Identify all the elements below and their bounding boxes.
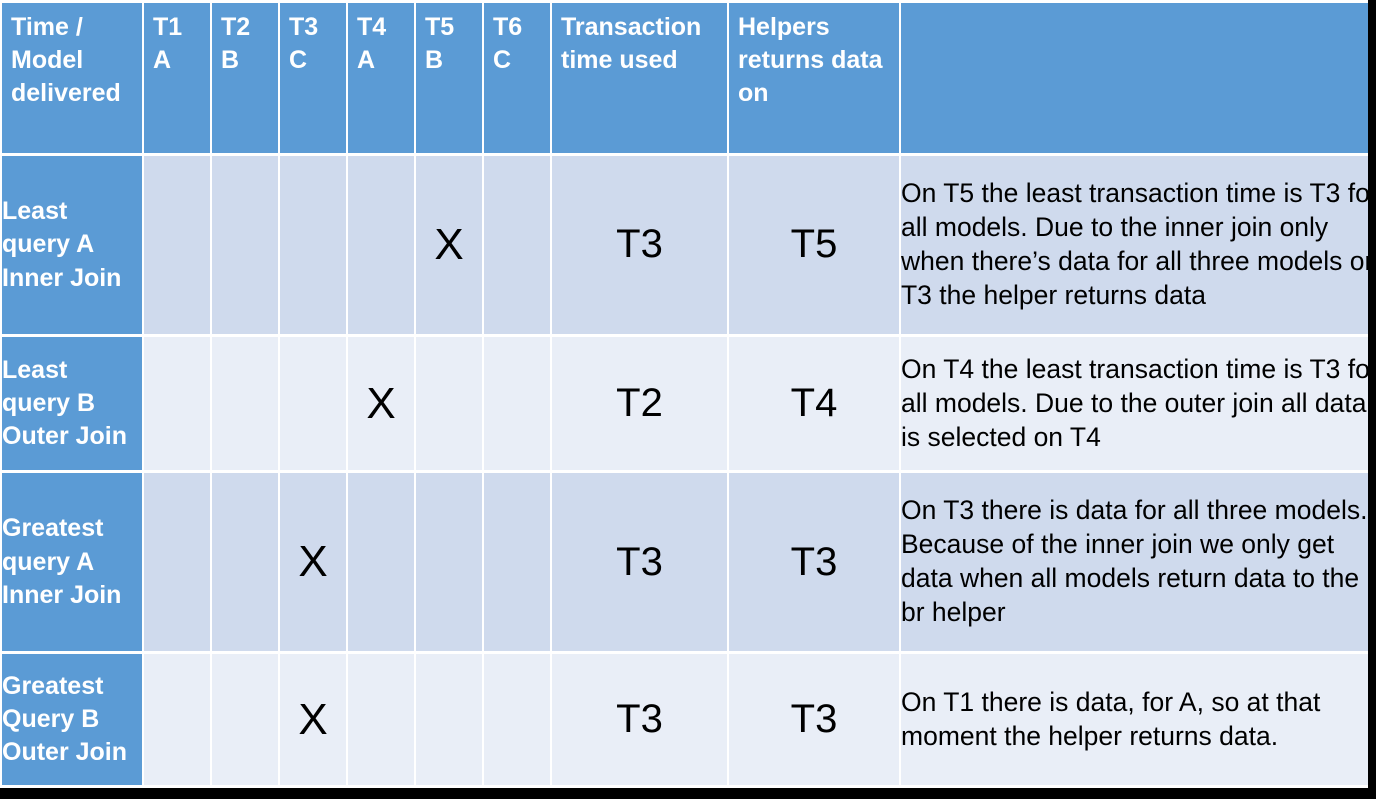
header-t4: T4 A: [348, 3, 414, 153]
header-t2-model: B: [221, 46, 240, 74]
table-row: Greatest Query B Outer Join X T3 T3 On T…: [2, 654, 1368, 785]
cell-t3: [280, 156, 346, 334]
cell-helper-returns-data-on: T3: [729, 473, 899, 652]
cell-transaction-time-used: T3: [552, 473, 727, 652]
cell-t2: [212, 336, 278, 471]
cell-t2: [212, 473, 278, 652]
cell-t1: [144, 654, 210, 785]
header-t2: T2 B: [212, 3, 278, 153]
cell-t1: [144, 156, 210, 334]
cell-note: On T4 the least transaction time is T3 f…: [901, 336, 1368, 471]
cell-transaction-time-used: T2: [552, 336, 727, 471]
header-t4-time: T4: [357, 13, 387, 41]
cell-t5: [416, 336, 482, 471]
cell-t2: [212, 156, 278, 334]
header-t4-model: A: [357, 46, 376, 74]
header-transaction-time-used-text: Transaction time used: [561, 13, 702, 74]
slide-canvas: Time / Model delivered T1 A T2 B T3 C T4…: [0, 0, 1376, 799]
table-row: Least query B Outer Join X T2 T4 On T4 t…: [2, 336, 1368, 471]
cell-helper-returns-data-on: T4: [729, 336, 899, 471]
header-row-label-text: Time / Model delivered: [11, 13, 121, 107]
table-row: Least query A Inner Join X T3 T5 On T5 t…: [2, 156, 1368, 334]
row-label-text: Greatest query A Inner Join: [2, 514, 122, 609]
bottom-black-border: [0, 788, 1376, 799]
cell-helper-returns-data-on: T5: [729, 156, 899, 334]
cell-t5-mark: X: [416, 156, 482, 334]
cell-t5: [416, 473, 482, 652]
cell-t1: [144, 336, 210, 471]
table-header-row: Time / Model delivered T1 A T2 B T3 C T4…: [2, 3, 1368, 153]
header-t1-time: T1: [153, 13, 183, 41]
cell-t3-mark: X: [280, 654, 346, 785]
cell-t5: [416, 654, 482, 785]
header-t6: T6 C: [484, 3, 550, 153]
header-t3-time: T3: [289, 13, 319, 41]
header-t2-time: T2: [221, 13, 251, 41]
cell-t4: [348, 156, 414, 334]
comparison-table-container: Time / Model delivered T1 A T2 B T3 C T4…: [0, 0, 1368, 788]
header-t5: T5 B: [416, 3, 482, 153]
cell-t4: [348, 654, 414, 785]
cell-note: On T1 there is data, for A, so at that m…: [901, 654, 1368, 785]
header-transaction-time-used: Transaction time used: [552, 3, 727, 153]
cell-t1: [144, 473, 210, 652]
header-t1-model: A: [153, 46, 172, 74]
cell-note: On T5 the least transaction time is T3 f…: [901, 156, 1368, 334]
cell-t6: [484, 473, 550, 652]
row-label-least-query-a-inner-join: Least query A Inner Join: [2, 156, 142, 334]
row-label-text: Least query B Outer Join: [2, 355, 128, 451]
header-t6-time: T6: [493, 13, 523, 41]
table-row: Greatest query A Inner Join X T3 T3 On T…: [2, 473, 1368, 652]
header-t5-model: B: [425, 46, 444, 74]
header-row-label: Time / Model delivered: [2, 3, 142, 153]
cell-transaction-time-used: T3: [552, 654, 727, 785]
comparison-table: Time / Model delivered T1 A T2 B T3 C T4…: [0, 0, 1368, 788]
cell-helper-returns-data-on: T3: [729, 654, 899, 785]
header-helpers-returns-data-on: Helpers returns data on: [729, 3, 899, 153]
header-t5-time: T5: [425, 13, 455, 41]
row-label-text: Least query A Inner Join: [2, 197, 122, 292]
cell-t4-mark: X: [348, 336, 414, 471]
row-label-greatest-query-b-outer-join: Greatest Query B Outer Join: [2, 654, 142, 785]
row-label-least-query-b-outer-join: Least query B Outer Join: [2, 336, 142, 471]
header-t6-model: C: [493, 46, 512, 74]
cell-t4: [348, 473, 414, 652]
header-helpers-returns-data-on-text: Helpers returns data on: [738, 13, 883, 107]
cell-t6: [484, 336, 550, 471]
cell-t3-mark: X: [280, 473, 346, 652]
cell-transaction-time-used: T3: [552, 156, 727, 334]
right-black-border: [1368, 0, 1376, 799]
cell-t6: [484, 156, 550, 334]
header-t3-model: C: [289, 46, 308, 74]
header-notes: [901, 3, 1368, 153]
cell-t3: [280, 336, 346, 471]
row-label-text: Greatest Query B Outer Join: [2, 671, 128, 767]
row-label-greatest-query-a-inner-join: Greatest query A Inner Join: [2, 473, 142, 652]
cell-note: On T3 there is data for all three models…: [901, 473, 1368, 652]
header-t1: T1 A: [144, 3, 210, 153]
cell-t6: [484, 654, 550, 785]
header-t3: T3 C: [280, 3, 346, 153]
cell-t2: [212, 654, 278, 785]
